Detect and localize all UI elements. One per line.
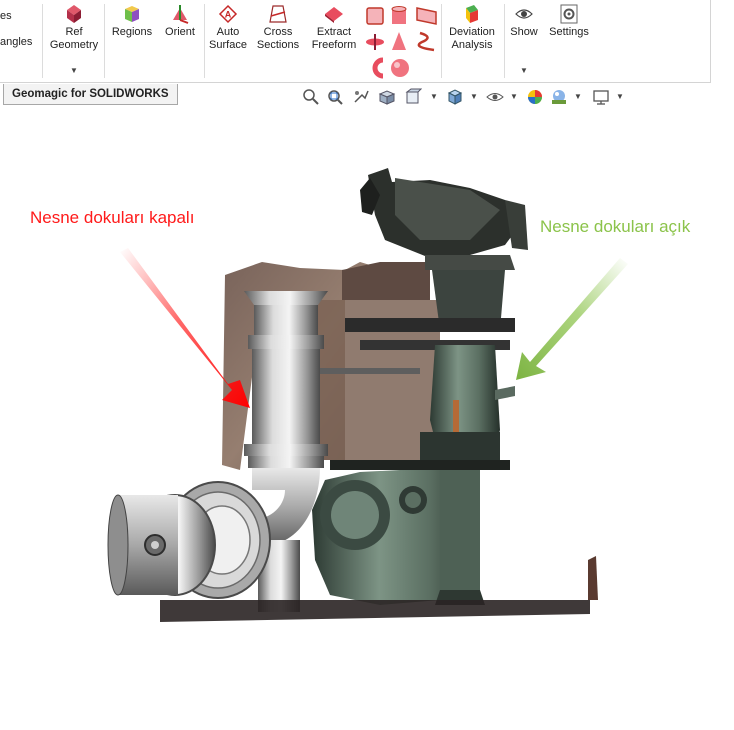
top-exhaust-scan [360, 168, 528, 262]
stray-point-cluster [588, 556, 598, 600]
annotation-textures-on: Nesne dokuları açık [540, 217, 691, 236]
ground-scan [160, 600, 590, 622]
green-annotation-arrow [516, 258, 628, 380]
graphics-area[interactable] [0, 0, 734, 730]
annotation-textures-off: Nesne dokuları kapalı [30, 208, 195, 227]
textured-pump-housing-scan [312, 470, 485, 605]
